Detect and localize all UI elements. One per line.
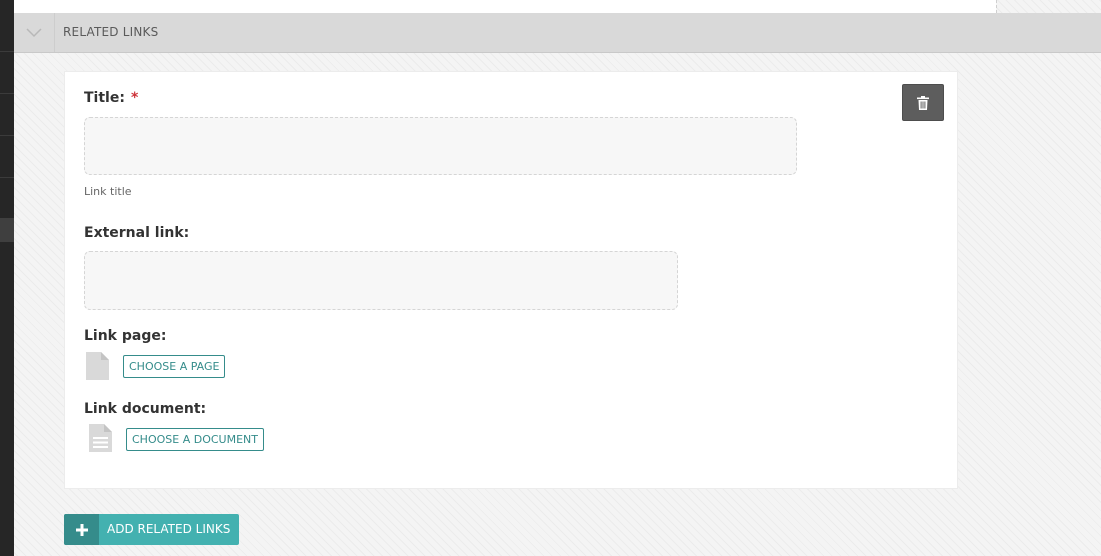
- title-input[interactable]: [84, 117, 797, 175]
- choose-page-button[interactable]: CHOOSE A PAGE: [123, 355, 226, 378]
- title-help-text: Link title: [84, 185, 132, 198]
- title-label-text: Title:: [84, 90, 125, 106]
- previous-section-panel: [14, 0, 996, 13]
- section-title: RELATED LINKS: [63, 25, 159, 39]
- panel-border: [996, 0, 997, 13]
- related-link-card: Title: * Link title External link: Link p…: [64, 71, 958, 489]
- chevron-down-icon[interactable]: [14, 13, 54, 52]
- external-link-label: External link:: [84, 225, 190, 241]
- header-divider: [54, 13, 55, 52]
- sidebar-divider: [0, 177, 14, 178]
- title-field-label: Title: *: [84, 90, 138, 106]
- page-icon: [86, 352, 109, 380]
- delete-button[interactable]: [902, 84, 944, 121]
- link-page-label: Link page:: [84, 328, 167, 344]
- related-links-header[interactable]: RELATED LINKS: [14, 13, 1101, 53]
- add-button-label: ADD RELATED LINKS: [107, 522, 231, 536]
- required-marker: *: [130, 90, 139, 106]
- sidebar-divider: [0, 51, 14, 52]
- admin-sidebar: [0, 0, 14, 556]
- external-link-input[interactable]: [84, 251, 678, 310]
- plus-icon: [64, 514, 99, 545]
- choose-document-button[interactable]: CHOOSE A DOCUMENT: [126, 428, 264, 451]
- sidebar-divider: [0, 93, 14, 94]
- document-icon: [89, 424, 112, 452]
- sidebar-active-item[interactable]: [0, 218, 14, 242]
- link-document-label: Link document:: [84, 401, 207, 417]
- trash-icon: [917, 95, 929, 110]
- add-related-links-button[interactable]: ADD RELATED LINKS: [64, 514, 239, 545]
- sidebar-divider: [0, 135, 14, 136]
